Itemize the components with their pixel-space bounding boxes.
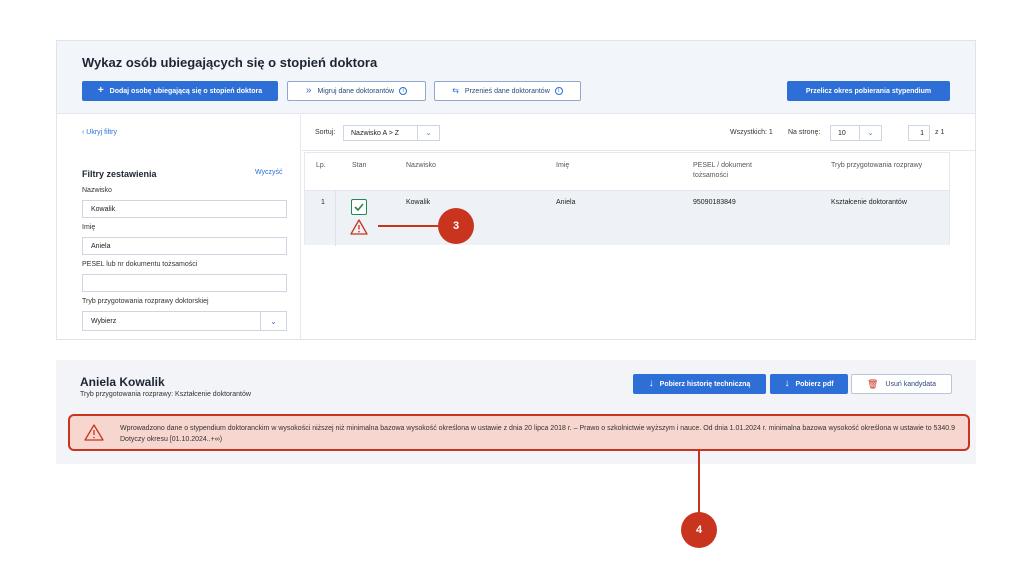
recalculate-stipend-button[interactable]: Przelicz okres pobierania stypendium <box>787 81 950 101</box>
firstname-input[interactable]: Aniela <box>82 237 287 255</box>
chevron-down-icon: ⌄ <box>859 126 881 140</box>
page-title: Wykaz osób ubiegających się o stopień do… <box>82 55 378 70</box>
page-number-input[interactable]: 1 <box>908 125 930 141</box>
sort-select[interactable]: Nazwisko A > Z ⌄ <box>343 125 440 141</box>
info-icon[interactable]: i <box>399 87 408 95</box>
transfer-button[interactable]: ⇆ Przenieś dane doktorantów i <box>434 81 581 101</box>
page-total: z 1 <box>935 129 945 136</box>
col-header-status: Stan <box>352 162 367 169</box>
clear-filters-link[interactable]: Wyczyść <box>255 169 283 176</box>
firstname-label: Imię <box>82 224 96 231</box>
download-arrow-icon: ↓ <box>648 378 654 389</box>
warning-icon[interactable] <box>350 219 368 240</box>
per-page-label: Na stronę: <box>788 129 821 136</box>
chevron-down-icon: ⌄ <box>260 312 286 330</box>
warning-icon <box>84 424 104 446</box>
info-icon[interactable]: i <box>554 87 563 95</box>
candidates-table: Lp. Stan Nazwisko Imię PESEL / dokument … <box>304 152 950 246</box>
results-area: Sortuj: Nazwisko A > Z ⌄ Wszystkich: 1 N… <box>302 115 975 339</box>
add-candidate-button[interactable]: + Dodaj osobę ubiegającą się o stopień d… <box>82 81 278 101</box>
candidate-name: Aniela Kowalik <box>80 375 165 389</box>
delete-candidate-button[interactable]: 🗑 Usuń kandydata <box>851 374 952 394</box>
results-toolbar: Sortuj: Nazwisko A > Z ⌄ Wszystkich: 1 N… <box>302 115 975 151</box>
pesel-input[interactable] <box>82 274 287 292</box>
col-header-firstname: Imię <box>556 162 570 169</box>
list-header: Wykaz osób ubiegających się o stopień do… <box>57 41 975 114</box>
trash-icon: 🗑 <box>866 378 879 389</box>
double-chevron-right-icon: » <box>305 85 312 96</box>
pesel-label: PESEL lub nr dokumentu tożsamości <box>82 261 198 268</box>
row-divider <box>335 191 336 246</box>
download-pdf-button[interactable]: ↓ Pobierz pdf <box>770 374 848 394</box>
doctoral-list-panel: Wykaz osób ubiegających się o stopień do… <box>56 40 976 340</box>
stipend-warning-alert: Wprowadzono dane o stypendium doktoranck… <box>68 414 970 451</box>
surname-input[interactable]: Kowalik <box>82 200 287 218</box>
candidate-mode: Tryb przygotowania rozprawy: Kształcenie… <box>80 391 251 398</box>
chevron-down-icon: ⌄ <box>417 126 439 140</box>
surname-label: Nazwisko <box>82 187 112 194</box>
plus-icon: + <box>97 85 104 96</box>
candidate-detail-panel: Aniela Kowalik Tryb przygotowania rozpra… <box>56 360 976 464</box>
sort-label: Sortuj: <box>315 129 336 136</box>
download-history-button[interactable]: ↓ Pobierz historię techniczną <box>633 374 766 394</box>
per-page-select[interactable]: 10 ⌄ <box>830 125 882 141</box>
mode-label: Tryb przygotowania rozprawy doktorskiej <box>82 298 209 305</box>
total-count: Wszystkich: 1 <box>730 129 773 136</box>
migrate-button[interactable]: » Migruj dane doktorantów i <box>287 81 426 101</box>
check-icon <box>351 199 367 215</box>
cell-firstname: Aniela <box>556 199 576 206</box>
cell-mode: Kształcenie doktorantów <box>831 199 907 206</box>
col-header-surname: Nazwisko <box>406 162 436 169</box>
col-header-lp: Lp. <box>316 162 326 169</box>
callout-4-marker: 4 <box>681 512 717 548</box>
callout-3-line <box>378 225 438 227</box>
cell-lp: 1 <box>321 199 325 206</box>
table-row[interactable]: 1 Kowalik Aniela 95090183849 Kształcenie… <box>305 190 949 246</box>
mode-select[interactable]: Wybierz ⌄ <box>82 311 287 331</box>
filters-sidebar: ‹ Ukryj filtry Filtry zestawienia Wyczyś… <box>57 115 301 339</box>
cell-surname: Kowalik <box>406 199 431 206</box>
filters-title: Filtry zestawienia <box>82 169 157 179</box>
cell-pesel: 95090183849 <box>693 199 736 206</box>
col-header-mode: Tryb przygotowania rozprawy <box>831 162 923 169</box>
callout-4-line <box>698 451 700 513</box>
transfer-arrows-icon: ⇆ <box>452 86 459 95</box>
col-header-pesel: PESEL / dokument tożsamości <box>693 162 752 179</box>
callout-3-marker: 3 <box>438 208 474 244</box>
download-arrow-icon: ↓ <box>784 378 790 389</box>
alert-message: Wprowadzono dane o stypendium doktoranck… <box>120 425 955 443</box>
hide-filters-link[interactable]: ‹ Ukryj filtry <box>82 129 117 136</box>
